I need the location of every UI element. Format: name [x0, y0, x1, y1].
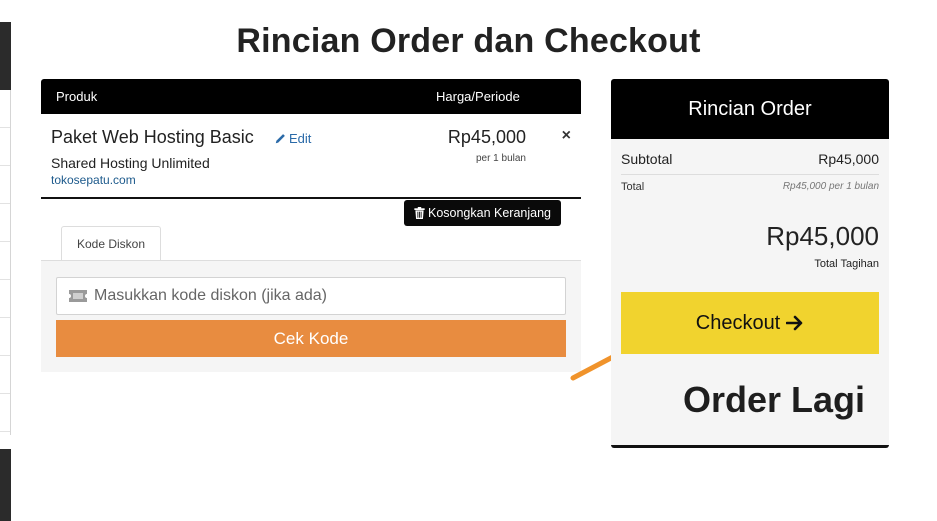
total-label: Total: [621, 181, 645, 193]
total-due-amount: Rp45,000: [766, 221, 879, 251]
checkout-label: Checkout: [695, 311, 781, 334]
product-period: per 1 bulan: [475, 153, 526, 164]
discount-code-field: [56, 277, 566, 315]
edit-link-label: Edit: [289, 131, 312, 146]
total-value: Rp45,000 per 1 bulan: [782, 181, 879, 192]
column-header-price: Harga/Periode: [436, 89, 520, 104]
checkout-button[interactable]: Checkout: [621, 292, 879, 354]
pencil-icon: [275, 133, 285, 143]
empty-cart-button[interactable]: Kosongkan Keranjang: [404, 200, 561, 226]
order-summary-panel: Rincian Order Subtotal Rp45,000 Total Rp…: [611, 79, 889, 448]
discount-panel: Kode Diskon Cek Kode: [41, 226, 581, 372]
sidebar-edge: [0, 0, 11, 521]
product-name: Paket Web Hosting Basic: [51, 127, 254, 147]
discount-code-input[interactable]: [87, 278, 565, 314]
empty-cart-label: Kosongkan Keranjang: [427, 206, 551, 220]
cart-table: Produk Harga/Periode Paket Web Hosting B…: [41, 79, 581, 199]
page: Rincian Order dan Checkout Produk Harga/…: [0, 0, 937, 521]
tab-discount-code[interactable]: Kode Diskon: [61, 226, 161, 261]
subtotal-value: Rp45,000: [818, 151, 879, 167]
remove-item-button[interactable]: ×: [562, 127, 571, 145]
product-domain: tokosepatu.com: [51, 173, 136, 187]
subtotal-row: Subtotal Rp45,000: [621, 151, 879, 175]
total-row: Total Rp45,000 per 1 bulan: [621, 181, 879, 193]
page-title: Rincian Order dan Checkout: [236, 22, 701, 60]
order-again-button[interactable]: Order Lagi: [611, 379, 889, 421]
cart-table-header: Produk Harga/Periode: [41, 79, 581, 114]
product-price: Rp45,000: [447, 127, 526, 147]
column-header-product: Produk: [56, 89, 98, 104]
discount-tab-body: Cek Kode: [41, 260, 581, 372]
ticket-icon: [69, 290, 87, 302]
trash-icon: [414, 207, 425, 219]
check-code-button[interactable]: Cek Kode: [56, 320, 566, 357]
sidebar-menu-lines: [0, 90, 11, 435]
subtotal-label: Subtotal: [621, 151, 673, 167]
order-summary-title: Rincian Order: [611, 79, 889, 139]
edit-link[interactable]: Edit: [274, 131, 311, 146]
sidebar-dark-block-bottom: [0, 449, 11, 521]
arrow-right-icon: [786, 315, 803, 331]
product-group: Shared Hosting Unlimited: [51, 155, 210, 171]
cart-item-row: Paket Web Hosting Basic Edit Shared Host…: [41, 114, 581, 199]
total-due-label: Total Tagihan: [814, 258, 879, 270]
